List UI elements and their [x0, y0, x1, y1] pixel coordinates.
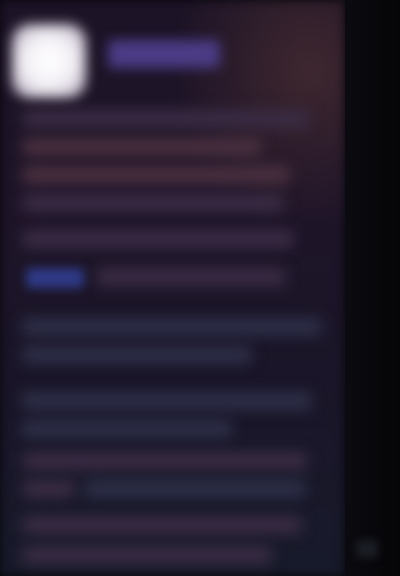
message-line — [22, 546, 272, 564]
message-line — [22, 110, 310, 128]
message-line — [84, 480, 306, 498]
message-line — [22, 194, 284, 212]
sender-name[interactable] — [108, 40, 220, 68]
message-line — [22, 346, 252, 364]
message-line — [22, 480, 76, 498]
message-link[interactable] — [26, 268, 84, 288]
avatar[interactable] — [12, 24, 86, 98]
side-strip — [345, 0, 400, 576]
message-line — [22, 452, 308, 470]
message-line — [22, 166, 290, 184]
screen — [0, 0, 400, 576]
scroll-indicator-icon — [356, 540, 378, 558]
message-line — [22, 392, 312, 410]
message-line — [22, 318, 322, 336]
message-line — [22, 230, 294, 248]
message-line — [22, 138, 262, 156]
message-line — [22, 516, 302, 534]
message-line — [22, 420, 232, 438]
message-line — [96, 268, 286, 286]
